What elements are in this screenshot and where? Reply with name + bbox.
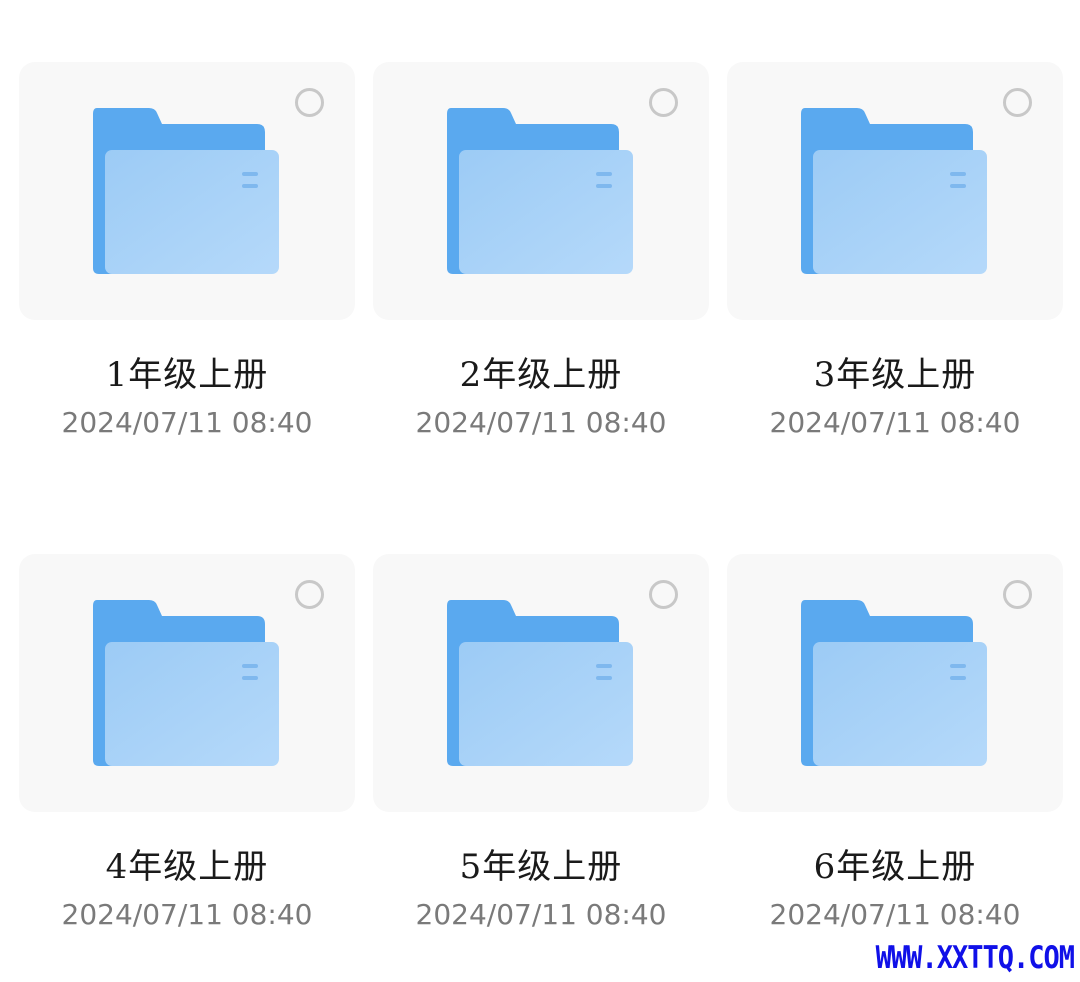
folder-tile-5[interactable]: 5年级上册 2024/07/11 08:40 [373,554,709,974]
folder-icon [801,600,987,766]
folder-thumbnail[interactable] [373,554,709,812]
select-circle[interactable] [295,88,324,117]
folder-icon [801,108,987,274]
select-circle[interactable] [649,580,678,609]
folder-date: 2024/07/11 08:40 [415,898,667,931]
folder-name: 4年级上册 [105,847,269,887]
folder-date: 2024/07/11 08:40 [61,898,313,931]
folder-tile-6[interactable]: 6年级上册 2024/07/11 08:40 [727,554,1063,974]
folder-thumbnail[interactable] [19,62,355,320]
folder-name: 5年级上册 [459,847,623,887]
folder-tile-2[interactable]: 2年级上册 2024/07/11 08:40 [373,62,709,482]
folder-name: 2年级上册 [459,355,623,395]
folder-grid: 1年级上册 2024/07/11 08:40 2年级上册 2024/07/11 … [0,0,1080,982]
watermark-text: WWW.XXTTQ.COM [875,940,1075,976]
folder-tile-3[interactable]: 3年级上册 2024/07/11 08:40 [727,62,1063,482]
folder-tile-1[interactable]: 1年级上册 2024/07/11 08:40 [19,62,355,482]
folder-thumbnail[interactable] [727,554,1063,812]
folder-name: 3年级上册 [813,355,977,395]
folder-icon [93,108,279,274]
select-circle[interactable] [1003,88,1032,117]
folder-tile-4[interactable]: 4年级上册 2024/07/11 08:40 [19,554,355,974]
folder-date: 2024/07/11 08:40 [61,406,313,439]
folder-thumbnail[interactable] [727,62,1063,320]
folder-icon [447,108,633,274]
folder-date: 2024/07/11 08:40 [769,406,1021,439]
folder-icon [93,600,279,766]
folder-name: 6年级上册 [813,847,977,887]
select-circle[interactable] [295,580,324,609]
folder-name: 1年级上册 [105,355,269,395]
folder-thumbnail[interactable] [19,554,355,812]
select-circle[interactable] [1003,580,1032,609]
folder-date: 2024/07/11 08:40 [415,406,667,439]
folder-thumbnail[interactable] [373,62,709,320]
folder-date: 2024/07/11 08:40 [769,898,1021,931]
folder-icon [447,600,633,766]
select-circle[interactable] [649,88,678,117]
